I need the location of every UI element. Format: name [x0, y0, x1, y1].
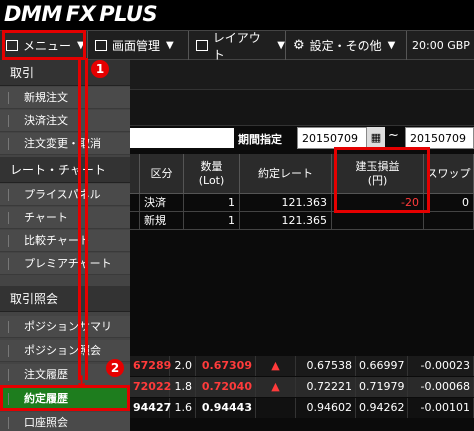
cell-rate: 121.365: [240, 212, 332, 230]
price-bid: 67289: [130, 356, 171, 376]
settings-label: 設定・その他: [309, 39, 382, 53]
price-row[interactable]: 72022 1.8 0.72040 ▲ 0.72221 0.71979 -0.0…: [130, 377, 474, 397]
gear-icon: ⚙: [293, 38, 305, 53]
layout-label: レイアウト: [212, 30, 261, 62]
layout-icon: [196, 40, 208, 51]
menu-item-position-inquiry[interactable]: ポジション照会: [0, 340, 130, 362]
price-bid: 72022: [130, 377, 171, 397]
range-separator: ~: [388, 128, 399, 143]
menu-item-premier-chart[interactable]: プレミアチャート: [0, 253, 130, 275]
price-high: 0.67538: [296, 356, 356, 376]
menu-item-execution-history[interactable]: 約定履歴: [0, 388, 130, 410]
menu-button[interactable]: メニュー ▼: [0, 31, 88, 60]
header-swap[interactable]: スワップ: [424, 154, 474, 194]
price-change: -0.00068: [408, 377, 474, 397]
cell-division: 新規: [140, 212, 184, 230]
header-position-pl-line2: (円): [367, 173, 388, 187]
row-blank: [130, 212, 140, 230]
price-bid: 94427: [130, 398, 171, 418]
clock: 20:00 GBP: [412, 39, 470, 52]
logo-bar: DMM FX PLUS: [0, 0, 474, 30]
price-ask: 0.94443: [196, 398, 256, 418]
price-low: 0.71979: [356, 377, 408, 397]
cell-swap: [424, 212, 474, 230]
calendar-icon[interactable]: ▦: [367, 127, 385, 149]
chevron-down-icon: ▼: [387, 40, 396, 51]
price-row[interactable]: 94427 1.6 0.94443 0.94602 0.94262 -0.001…: [130, 398, 474, 418]
step-badge-2: 2: [106, 359, 124, 377]
price-row[interactable]: 67289 2.0 0.67309 ▲ 0.67538 0.66997 -0.0…: [130, 356, 474, 376]
menu-item-compare-chart[interactable]: 比較チャート: [0, 230, 130, 252]
price-low: 0.94262: [356, 398, 408, 418]
cell-position-pl: -20: [332, 194, 424, 212]
cell-position-pl: [332, 212, 424, 230]
date-to-input[interactable]: 20150709: [405, 127, 474, 149]
cell-swap: 0: [424, 194, 474, 212]
table-header-blank: [130, 154, 140, 194]
price-arrow: [256, 398, 296, 418]
screen-manage-button[interactable]: 画面管理 ▼: [89, 31, 189, 60]
cell-rate: 121.363: [240, 194, 332, 212]
content-subheader-strip: [130, 90, 474, 126]
header-quantity[interactable]: 数量 (Lot): [184, 154, 240, 194]
table-row[interactable]: 決済 1 121.363 -20 0: [130, 194, 474, 212]
menu-item-account-inquiry[interactable]: 口座照会: [0, 412, 130, 431]
logo-plus: PLUS: [99, 2, 158, 26]
logo-dmm: DMM: [4, 2, 62, 26]
price-change: -0.00023: [408, 356, 474, 376]
step-badge-1: 1: [91, 60, 109, 78]
price-low: 0.66997: [356, 356, 408, 376]
list-icon: [6, 40, 18, 51]
price-ask: 0.72040: [196, 377, 256, 397]
cell-division: 決済: [140, 194, 184, 212]
date-from-input[interactable]: 20150709: [297, 127, 367, 149]
header-position-pl-line1: 建玉損益: [355, 159, 400, 173]
up-arrow-icon: ▲: [256, 356, 296, 376]
content-header-strip: [130, 60, 474, 90]
menu-item-price-panel[interactable]: プライスパネル: [0, 184, 130, 206]
settings-button[interactable]: ⚙ 設定・その他 ▼: [287, 31, 407, 60]
chevron-down-icon: ▼: [77, 40, 85, 51]
price-spread: 2.0: [170, 356, 196, 376]
menu-item-order-change[interactable]: 注文変更・取消: [0, 133, 130, 155]
menu-section-rate-chart: レート・チャート: [0, 157, 130, 183]
logo-fx: FX: [65, 2, 96, 26]
header-rate[interactable]: 約定レート: [240, 154, 332, 194]
filter-input[interactable]: [130, 128, 234, 148]
menu-button-label: メニュー: [23, 39, 72, 53]
price-spread: 1.8: [170, 377, 196, 397]
price-high: 0.72221: [296, 377, 356, 397]
menu-item-position-summary[interactable]: ポジションサマリ: [0, 316, 130, 338]
period-label: 期間指定: [238, 133, 282, 146]
price-ask: 0.67309: [196, 356, 256, 376]
menu-item-new-order[interactable]: 新規注文: [0, 87, 130, 109]
logo: DMM FX PLUS: [4, 2, 158, 26]
cell-quantity: 1: [184, 194, 240, 212]
chevron-down-icon: ▼: [166, 40, 174, 51]
up-arrow-icon: ▲: [256, 377, 296, 397]
layout-button[interactable]: レイアウト ▼: [190, 30, 286, 62]
price-change: -0.00101: [408, 398, 474, 418]
arrow-down-icon: ↓: [75, 372, 89, 391]
cell-quantity: 1: [184, 212, 240, 230]
table-row[interactable]: 新規 1 121.365: [130, 212, 474, 230]
row-blank: [130, 194, 140, 212]
price-spread: 1.6: [170, 398, 196, 418]
window-icon: [95, 40, 107, 51]
menu-section-trade: 取引: [0, 60, 130, 86]
header-division[interactable]: 区分: [140, 154, 184, 194]
menu-section-inquiry: 取引照会: [0, 286, 130, 312]
menu-item-chart[interactable]: チャート: [0, 207, 130, 229]
menu-item-settle-order[interactable]: 決済注文: [0, 110, 130, 132]
header-position-pl[interactable]: 建玉損益 (円): [332, 154, 424, 194]
screen-manage-label: 画面管理: [112, 39, 161, 53]
toolbar: メニュー ▼ 画面管理 ▼ レイアウト ▼ ⚙ 設定・その他 ▼ 20:00 G…: [0, 30, 474, 62]
price-high: 0.94602: [296, 398, 356, 418]
chevron-down-icon: ▼: [277, 40, 285, 51]
